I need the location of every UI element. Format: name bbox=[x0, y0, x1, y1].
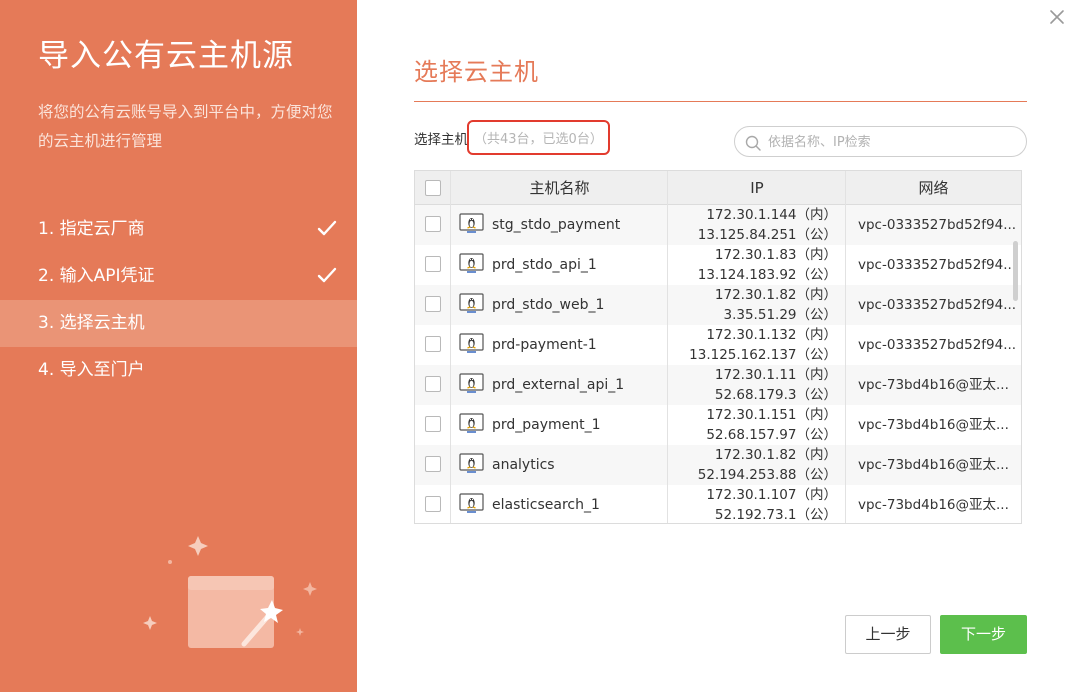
ip-internal: 172.30.1.82（内） bbox=[714, 287, 837, 303]
linux-host-icon bbox=[459, 413, 484, 435]
column-divider bbox=[667, 171, 668, 523]
host-name: prd_stdo_web_1 bbox=[492, 297, 605, 313]
step-label: 1. 指定云厂商 bbox=[38, 219, 145, 239]
row-checkbox[interactable] bbox=[425, 416, 441, 432]
search-input[interactable] bbox=[768, 131, 1018, 153]
row-checkbox[interactable] bbox=[425, 376, 441, 392]
step-import-to-portal[interactable]: 4. 导入至门户 bbox=[0, 347, 357, 394]
sidebar-title: 导入公有云主机源 bbox=[38, 38, 294, 74]
ip-public: 52.194.253.88（公） bbox=[697, 467, 837, 483]
table-row[interactable]: elasticsearch_1 172.30.1.107（内） 52.192.7… bbox=[415, 485, 1021, 523]
search-box[interactable] bbox=[734, 126, 1027, 157]
row-checkbox[interactable] bbox=[425, 216, 441, 232]
select-all-checkbox[interactable] bbox=[425, 180, 441, 196]
ip-public: 52.68.179.3（公） bbox=[714, 387, 837, 403]
select-hosts-label: 选择主机 bbox=[414, 132, 468, 148]
network: vpc-0333527bd52f94... bbox=[858, 217, 1017, 233]
ip-internal: 172.30.1.132（内） bbox=[706, 327, 837, 343]
ip-public: 13.124.183.92（公） bbox=[697, 267, 837, 283]
table-row[interactable]: prd_external_api_1 172.30.1.11（内） 52.68.… bbox=[415, 365, 1021, 405]
ip-internal: 172.30.1.11（内） bbox=[714, 367, 837, 383]
network: vpc-0333527bd52f94... bbox=[858, 297, 1017, 313]
row-checkbox[interactable] bbox=[425, 336, 441, 352]
ip-public: 52.68.157.97（公） bbox=[706, 427, 837, 443]
column-header-network[interactable]: 网络 bbox=[846, 171, 1021, 205]
network: vpc-73bd4b16@亚太... bbox=[858, 497, 1009, 513]
ip-public: 52.192.73.1（公） bbox=[714, 507, 837, 523]
network: vpc-73bd4b16@亚太... bbox=[858, 457, 1009, 473]
linux-host-icon bbox=[459, 493, 484, 515]
ip-public: 3.35.51.29（公） bbox=[723, 307, 838, 323]
row-checkbox[interactable] bbox=[425, 256, 441, 272]
ip-internal: 172.30.1.151（内） bbox=[706, 407, 837, 423]
linux-host-icon bbox=[459, 453, 484, 475]
ip-internal: 172.30.1.83（内） bbox=[714, 247, 837, 263]
linux-host-icon bbox=[459, 373, 484, 395]
selection-count-highlight bbox=[467, 120, 610, 155]
ip-public: 13.125.84.251（公） bbox=[697, 227, 837, 243]
table-row[interactable]: prd_stdo_web_1 172.30.1.82（内） 3.35.51.29… bbox=[415, 285, 1021, 325]
network: vpc-73bd4b16@亚太... bbox=[858, 377, 1009, 393]
host-name: stg_stdo_payment bbox=[492, 217, 621, 233]
next-step-button[interactable]: 下一步 bbox=[940, 615, 1027, 654]
sidebar-description: 将您的公有云账号导入到平台中，方便对您的云主机进行管理 bbox=[38, 103, 333, 150]
column-divider bbox=[450, 171, 451, 523]
row-checkbox[interactable] bbox=[425, 496, 441, 512]
row-checkbox[interactable] bbox=[425, 456, 441, 472]
host-name: prd_stdo_api_1 bbox=[492, 257, 597, 273]
host-name: analytics bbox=[492, 457, 555, 473]
step-label: 3. 选择云主机 bbox=[38, 313, 145, 333]
title-divider bbox=[414, 101, 1027, 102]
previous-step-button[interactable]: 上一步 bbox=[845, 615, 931, 654]
linux-host-icon bbox=[459, 253, 484, 275]
table-scrollbar[interactable] bbox=[1013, 241, 1018, 301]
magic-wand-window-icon bbox=[140, 528, 330, 658]
column-header-ip[interactable]: IP bbox=[668, 171, 846, 205]
host-name: prd_external_api_1 bbox=[492, 377, 625, 393]
sidebar: 导入公有云主机源 将您的公有云账号导入到平台中，方便对您的云主机进行管理 1. … bbox=[0, 0, 357, 692]
ip-internal: 172.30.1.144（内） bbox=[706, 207, 837, 223]
step-label: 4. 导入至门户 bbox=[38, 360, 145, 380]
table-row[interactable]: stg_stdo_payment 172.30.1.144（内） 13.125.… bbox=[415, 205, 1021, 245]
table-row[interactable]: prd_stdo_api_1 172.30.1.83（内） 13.124.183… bbox=[415, 245, 1021, 285]
check-icon bbox=[315, 253, 339, 300]
table-row[interactable]: analytics 172.30.1.82（内） 52.194.253.88（公… bbox=[415, 445, 1021, 485]
linux-host-icon bbox=[459, 293, 484, 315]
check-icon bbox=[315, 206, 339, 253]
ip-public: 13.125.162.137（公） bbox=[689, 347, 837, 363]
step-specify-vendor[interactable]: 1. 指定云厂商 bbox=[0, 206, 357, 253]
linux-host-icon bbox=[459, 333, 484, 355]
table-row[interactable]: prd_payment_1 172.30.1.151（内） 52.68.157.… bbox=[415, 405, 1021, 445]
column-header-name[interactable]: 主机名称 bbox=[451, 171, 668, 205]
step-label: 2. 输入API凭证 bbox=[38, 266, 155, 286]
host-name: prd_payment_1 bbox=[492, 417, 601, 433]
search-icon bbox=[744, 134, 762, 152]
network: vpc-0333527bd52f94... bbox=[858, 257, 1017, 273]
table-body: stg_stdo_payment 172.30.1.144（内） 13.125.… bbox=[415, 205, 1021, 523]
close-icon[interactable] bbox=[1046, 6, 1068, 28]
step-select-hosts[interactable]: 3. 选择云主机 bbox=[0, 300, 357, 347]
table-row[interactable]: prd-payment-1 172.30.1.132（内） 13.125.162… bbox=[415, 325, 1021, 365]
network: vpc-73bd4b16@亚太... bbox=[858, 417, 1009, 433]
host-name: prd-payment-1 bbox=[492, 337, 597, 353]
row-checkbox[interactable] bbox=[425, 296, 441, 312]
step-list: 1. 指定云厂商 2. 输入API凭证 3. 选择云主机 4. 导入至门户 bbox=[0, 206, 357, 394]
column-divider bbox=[845, 171, 846, 523]
ip-internal: 172.30.1.107（内） bbox=[706, 487, 837, 503]
ip-internal: 172.30.1.82（内） bbox=[714, 447, 837, 463]
page-title: 选择云主机 bbox=[414, 58, 539, 86]
network: vpc-0333527bd52f94... bbox=[858, 337, 1017, 353]
linux-host-icon bbox=[459, 213, 484, 235]
step-enter-api-credentials[interactable]: 2. 输入API凭证 bbox=[0, 253, 357, 300]
table-header: 主机名称 IP 网络 bbox=[415, 171, 1021, 205]
host-name: elasticsearch_1 bbox=[492, 497, 600, 513]
host-table: 主机名称 IP 网络 stg_stdo_payment 172.30.1.144… bbox=[414, 170, 1022, 524]
